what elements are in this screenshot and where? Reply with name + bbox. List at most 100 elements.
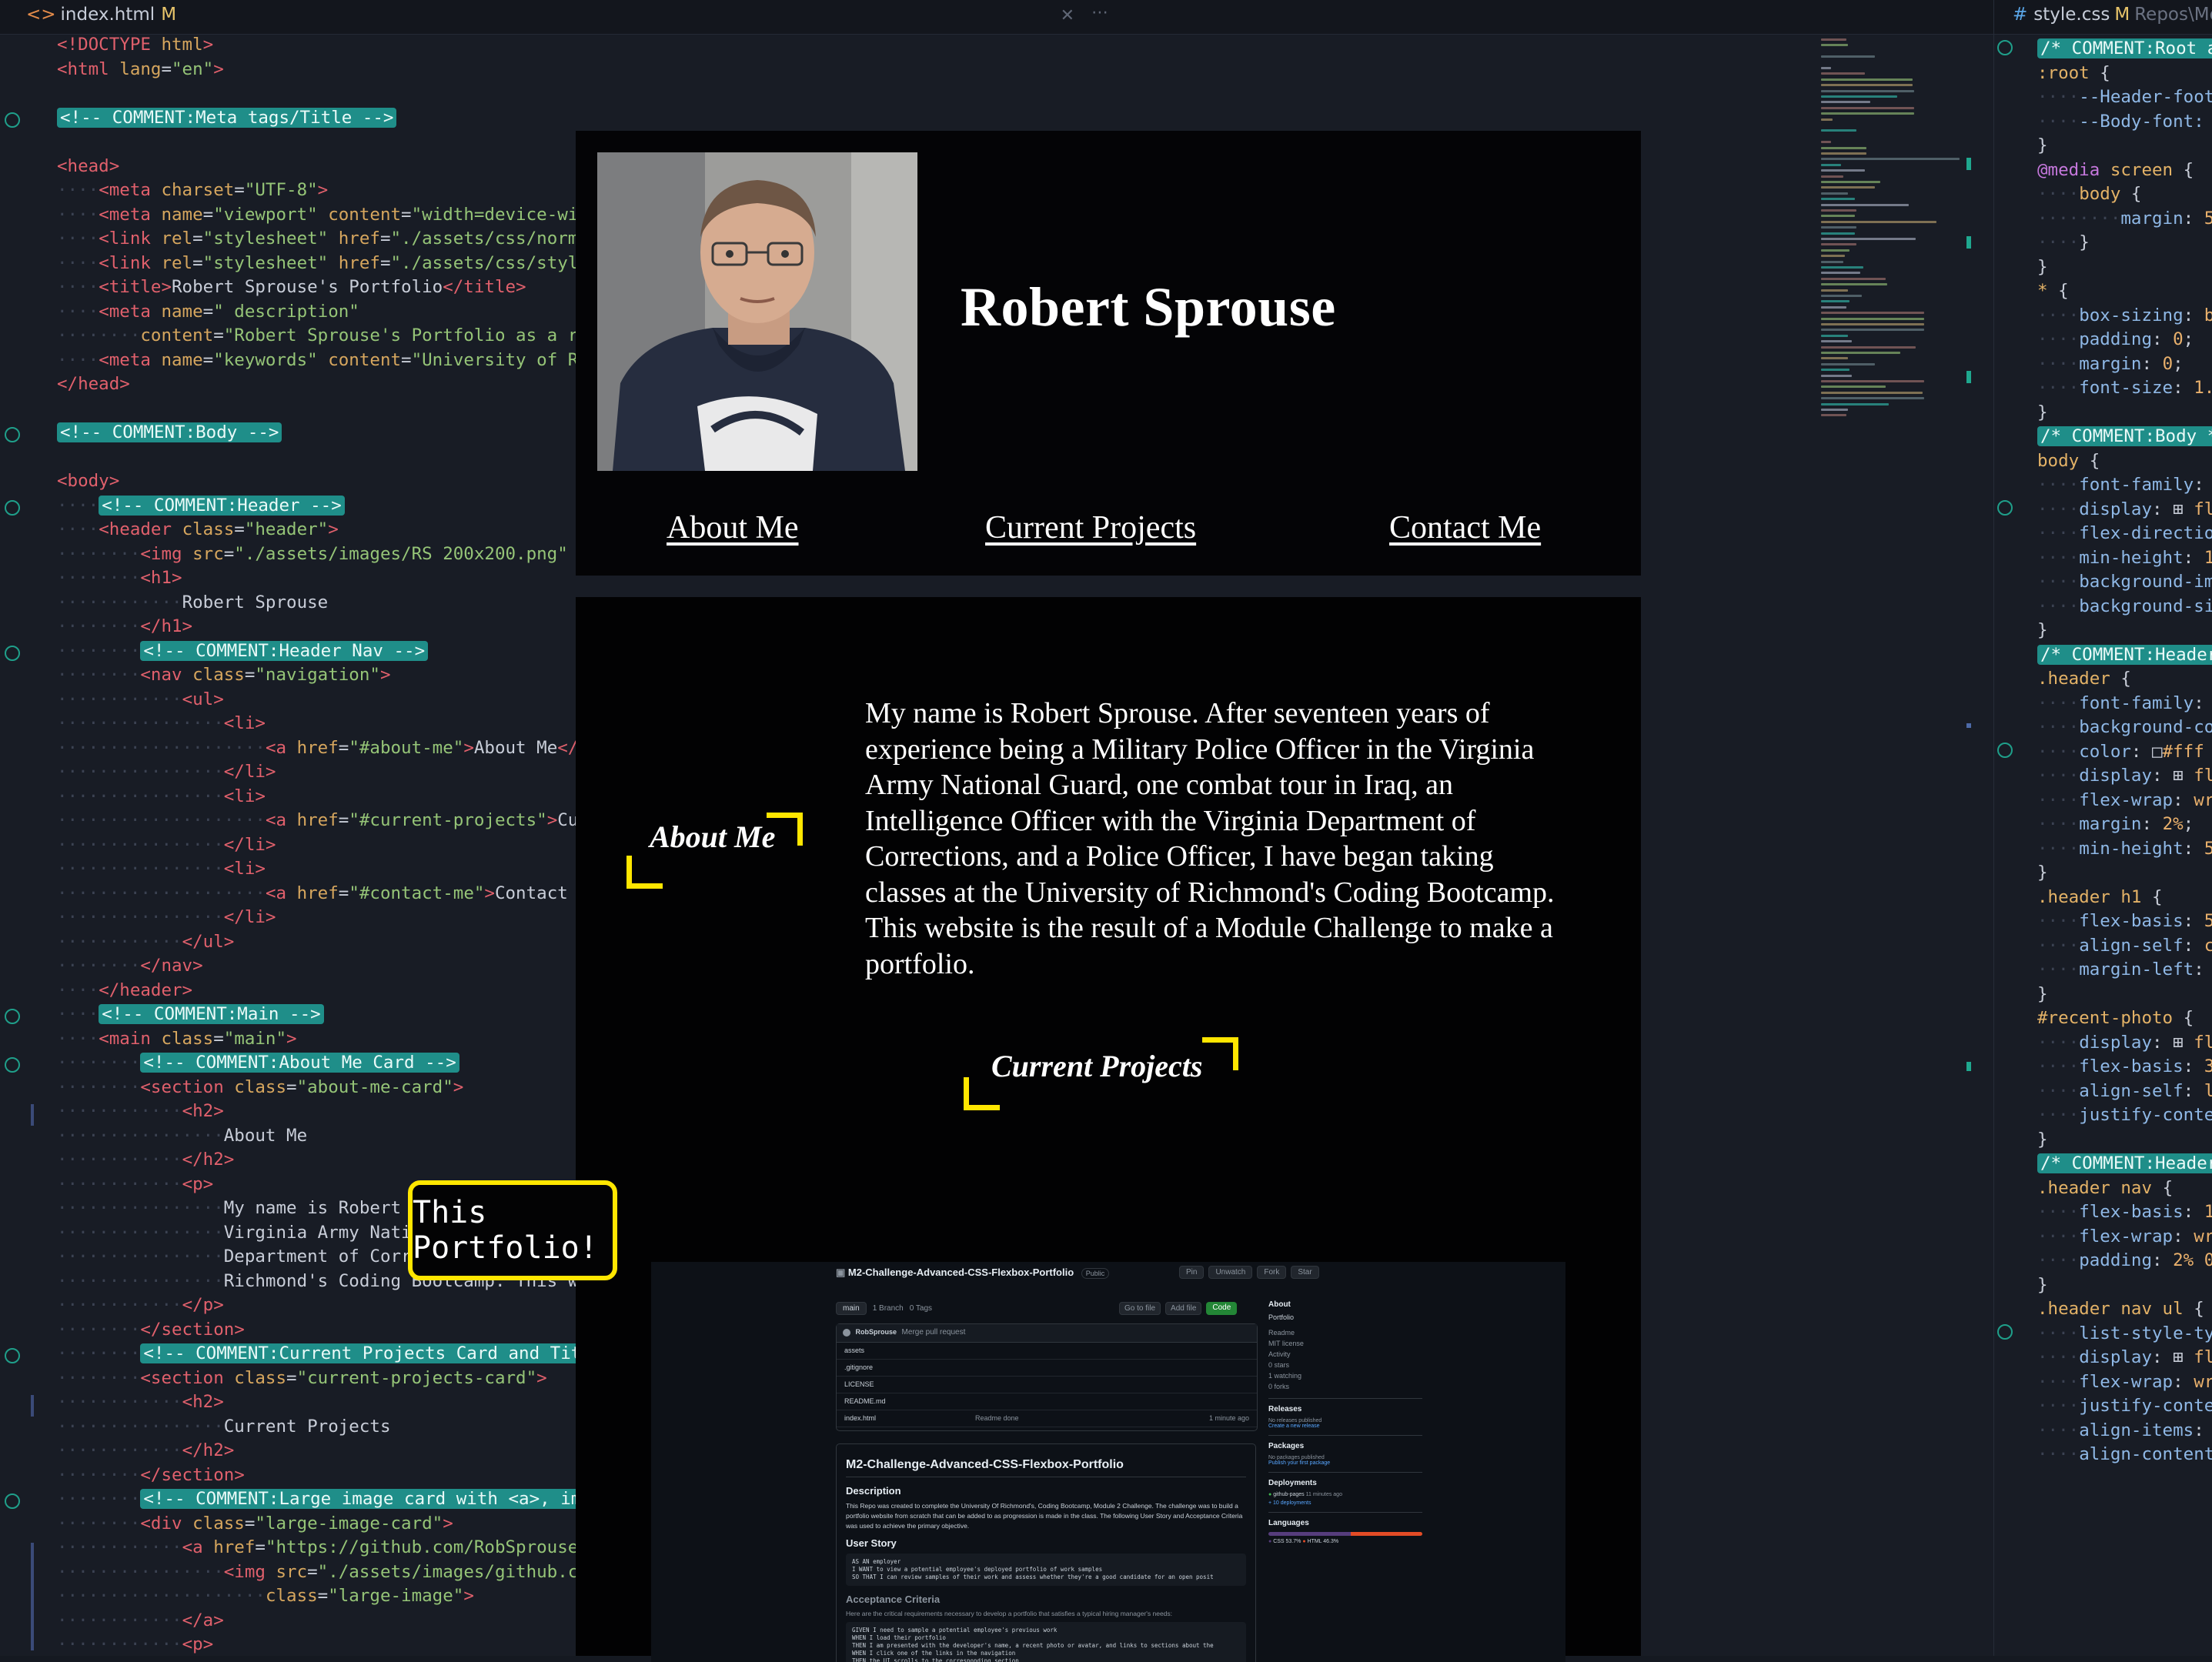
code-line[interactable]: <html lang="en"> — [57, 58, 985, 82]
code-line[interactable]: .header h1 { — [2037, 886, 2212, 910]
minimap-line — [1821, 169, 1866, 172]
gh-about-heading: About — [1268, 1300, 1291, 1309]
code-line[interactable]: ····display: ⊞ fle — [2037, 498, 2212, 522]
nav-link-current-projects[interactable]: Current Projects — [985, 509, 1196, 546]
code-line[interactable]: ····justify-conten — [2037, 1394, 2212, 1419]
code-line[interactable]: ····padding: 2% 0% — [2037, 1249, 2212, 1273]
code-line[interactable]: ········margin: 5% — [2037, 207, 2212, 232]
code-line[interactable]: ····flex-direction — [2037, 522, 2212, 546]
code-line[interactable]: ····display: ⊞ fle — [2037, 1346, 2212, 1370]
code-line[interactable]: /* COMMENT:Root an — [2037, 37, 2212, 62]
gh-description-heading: Description — [846, 1485, 901, 1497]
code-line[interactable]: } — [2037, 1273, 2212, 1298]
code-line[interactable]: ····min-height: 5v — [2037, 837, 2212, 862]
gh-pin-button[interactable]: Pin — [1179, 1266, 1205, 1279]
code-line[interactable]: .header { — [2037, 667, 2212, 692]
gh-file-row[interactable]: LICENSE — [837, 1377, 1257, 1393]
code-line[interactable]: ····flex-basis: 30 — [2037, 1055, 2212, 1080]
code-line[interactable]: ····flex-wrap: wra — [2037, 1225, 2212, 1250]
code-line[interactable]: ····flex-wrap: wra — [2037, 1370, 2212, 1395]
code-line[interactable]: /* COMMENT:Header — [2037, 1152, 2212, 1176]
code-line[interactable]: } — [2037, 619, 2212, 643]
code-line[interactable]: ····flex-basis: 10 — [2037, 1200, 2212, 1225]
gh-create-release-link[interactable]: Create a new release — [1268, 1423, 1422, 1429]
code-line[interactable]: .header nav ul { — [2037, 1297, 2212, 1322]
code-line[interactable]: } — [2037, 983, 2212, 1007]
code-line[interactable]: ····margin-left: 1 — [2037, 958, 2212, 983]
code-line[interactable]: ····color: □#fff — [2037, 740, 2212, 765]
code-line[interactable]: } — [2037, 1128, 2212, 1153]
code-line[interactable]: ····margin: 2%; — [2037, 813, 2212, 837]
gh-file-row[interactable]: index.html Readme done 1 minute ago — [837, 1410, 1257, 1427]
gh-go-to-file[interactable]: Go to file — [1119, 1302, 1161, 1315]
this-portfolio-label[interactable]: This Portfolio! — [408, 1180, 617, 1280]
code-line[interactable]: ····} — [2037, 231, 2212, 255]
code-line[interactable]: .header nav { — [2037, 1176, 2212, 1201]
gh-publish-package-link[interactable]: Publish your first package — [1268, 1460, 1422, 1466]
css-code-lines[interactable]: /* COMMENT:Root an:root {····--Header-fo… — [2037, 37, 2212, 1467]
gh-more-deployments[interactable]: + 10 deployments — [1268, 1500, 1422, 1506]
code-line[interactable]: ····font-size: 1.0 — [2037, 376, 2212, 401]
code-line[interactable]: ····list-style-typ — [2037, 1322, 2212, 1347]
code-line[interactable]: } — [2037, 861, 2212, 886]
code-line[interactable]: /* COMMENT:Body */ — [2037, 425, 2212, 449]
code-line[interactable]: ····align-self: ce — [2037, 934, 2212, 959]
gh-description: This Repo was created to complete the Un… — [846, 1502, 1243, 1530]
large-image-github[interactable]: ▣ M2-Challenge-Advanced-CSS-Flexbox-Port… — [651, 1262, 1565, 1662]
code-line[interactable]: #recent-photo { — [2037, 1006, 2212, 1031]
gh-branches-count[interactable]: 1 Branch — [873, 1304, 904, 1313]
code-line[interactable]: ····flex-wrap: wra — [2037, 789, 2212, 813]
code-line[interactable]: ····align-content — [2037, 1443, 2212, 1467]
code-line[interactable]: ····--Body-font: " — [2037, 110, 2212, 135]
code-line[interactable]: <!DOCTYPE html> — [57, 33, 985, 58]
minimap[interactable] — [1816, 34, 1963, 434]
code-line[interactable]: } — [2037, 255, 2212, 280]
close-icon[interactable]: ✕ — [1061, 6, 1074, 25]
code-line[interactable]: ····padding: 0; — [2037, 328, 2212, 352]
code-line[interactable]: ····display: ⊞ fle — [2037, 764, 2212, 789]
tab-style-css[interactable]: #style.cssMRepos\Module — [2013, 5, 2212, 25]
code-line[interactable]: ····background-col — [2037, 716, 2212, 740]
nav-link-contact-me[interactable]: Contact Me — [1389, 509, 1541, 546]
code-text-line: SO THAT I can review samples of their wo… — [852, 1574, 1214, 1580]
code-line[interactable]: body { — [2037, 449, 2212, 474]
code-line[interactable]: ····align-self: le — [2037, 1080, 2212, 1104]
gh-branch-select[interactable]: main — [836, 1302, 867, 1315]
code-line[interactable] — [57, 82, 985, 106]
code-line[interactable]: ····display: ⊞ fle — [2037, 1031, 2212, 1056]
css-tab-bar: #style.cssMRepos\Module — [1994, 0, 2212, 35]
gh-file-row[interactable]: README.md — [837, 1393, 1257, 1410]
code-line[interactable]: /* COMMENT:Header — [2037, 643, 2212, 668]
code-line[interactable]: ····box-sizing: bo — [2037, 304, 2212, 329]
gh-file-row[interactable]: assets — [837, 1343, 1257, 1360]
gh-code-button[interactable]: Code — [1206, 1302, 1238, 1315]
code-line[interactable]: ····body { — [2037, 182, 2212, 207]
code-line[interactable]: ····font-family: v — [2037, 473, 2212, 498]
code-line[interactable]: } — [2037, 401, 2212, 426]
nav-link-about-me[interactable]: About Me — [667, 509, 799, 546]
code-line[interactable]: ····--Header-foote — [2037, 85, 2212, 110]
code-line[interactable]: ····justify-conten — [2037, 1103, 2212, 1128]
gh-tags-count[interactable]: 0 Tags — [910, 1304, 932, 1313]
gh-add-file[interactable]: Add file — [1165, 1302, 1202, 1315]
code-line[interactable]: ····min-height: 10 — [2037, 546, 2212, 571]
gh-unwatch-button[interactable]: Unwatch — [1208, 1266, 1253, 1279]
gh-file-row[interactable]: .gitignore — [837, 1360, 1257, 1377]
gh-fork-button[interactable]: Fork — [1257, 1266, 1287, 1279]
code-line[interactable]: @media screen { — [2037, 159, 2212, 183]
code-line[interactable]: * { — [2037, 279, 2212, 304]
code-line[interactable]: ····background-ima — [2037, 570, 2212, 595]
code-line[interactable]: ····font-family: v — [2037, 692, 2212, 716]
tab-index-html[interactable]: <> index.html M — [26, 5, 176, 25]
code-line[interactable]: ····align-items: c — [2037, 1419, 2212, 1443]
code-line[interactable]: ····flex-basis: 50 — [2037, 909, 2212, 934]
css-editor-pane[interactable]: #style.cssMRepos\Module /* COMMENT:Root … — [1993, 0, 2212, 1656]
code-line[interactable]: ····background-siz — [2037, 595, 2212, 619]
diff-marker — [31, 1104, 34, 1126]
code-line[interactable]: ····margin: 0; — [2037, 352, 2212, 377]
code-line[interactable]: <!-- COMMENT:Meta tags/Title --> — [57, 106, 985, 131]
gh-star-button[interactable]: Star — [1291, 1266, 1319, 1279]
code-line[interactable]: } — [2037, 134, 2212, 159]
code-line[interactable]: :root { — [2037, 62, 2212, 86]
more-actions-icon[interactable]: ⋯ — [1091, 3, 1108, 22]
